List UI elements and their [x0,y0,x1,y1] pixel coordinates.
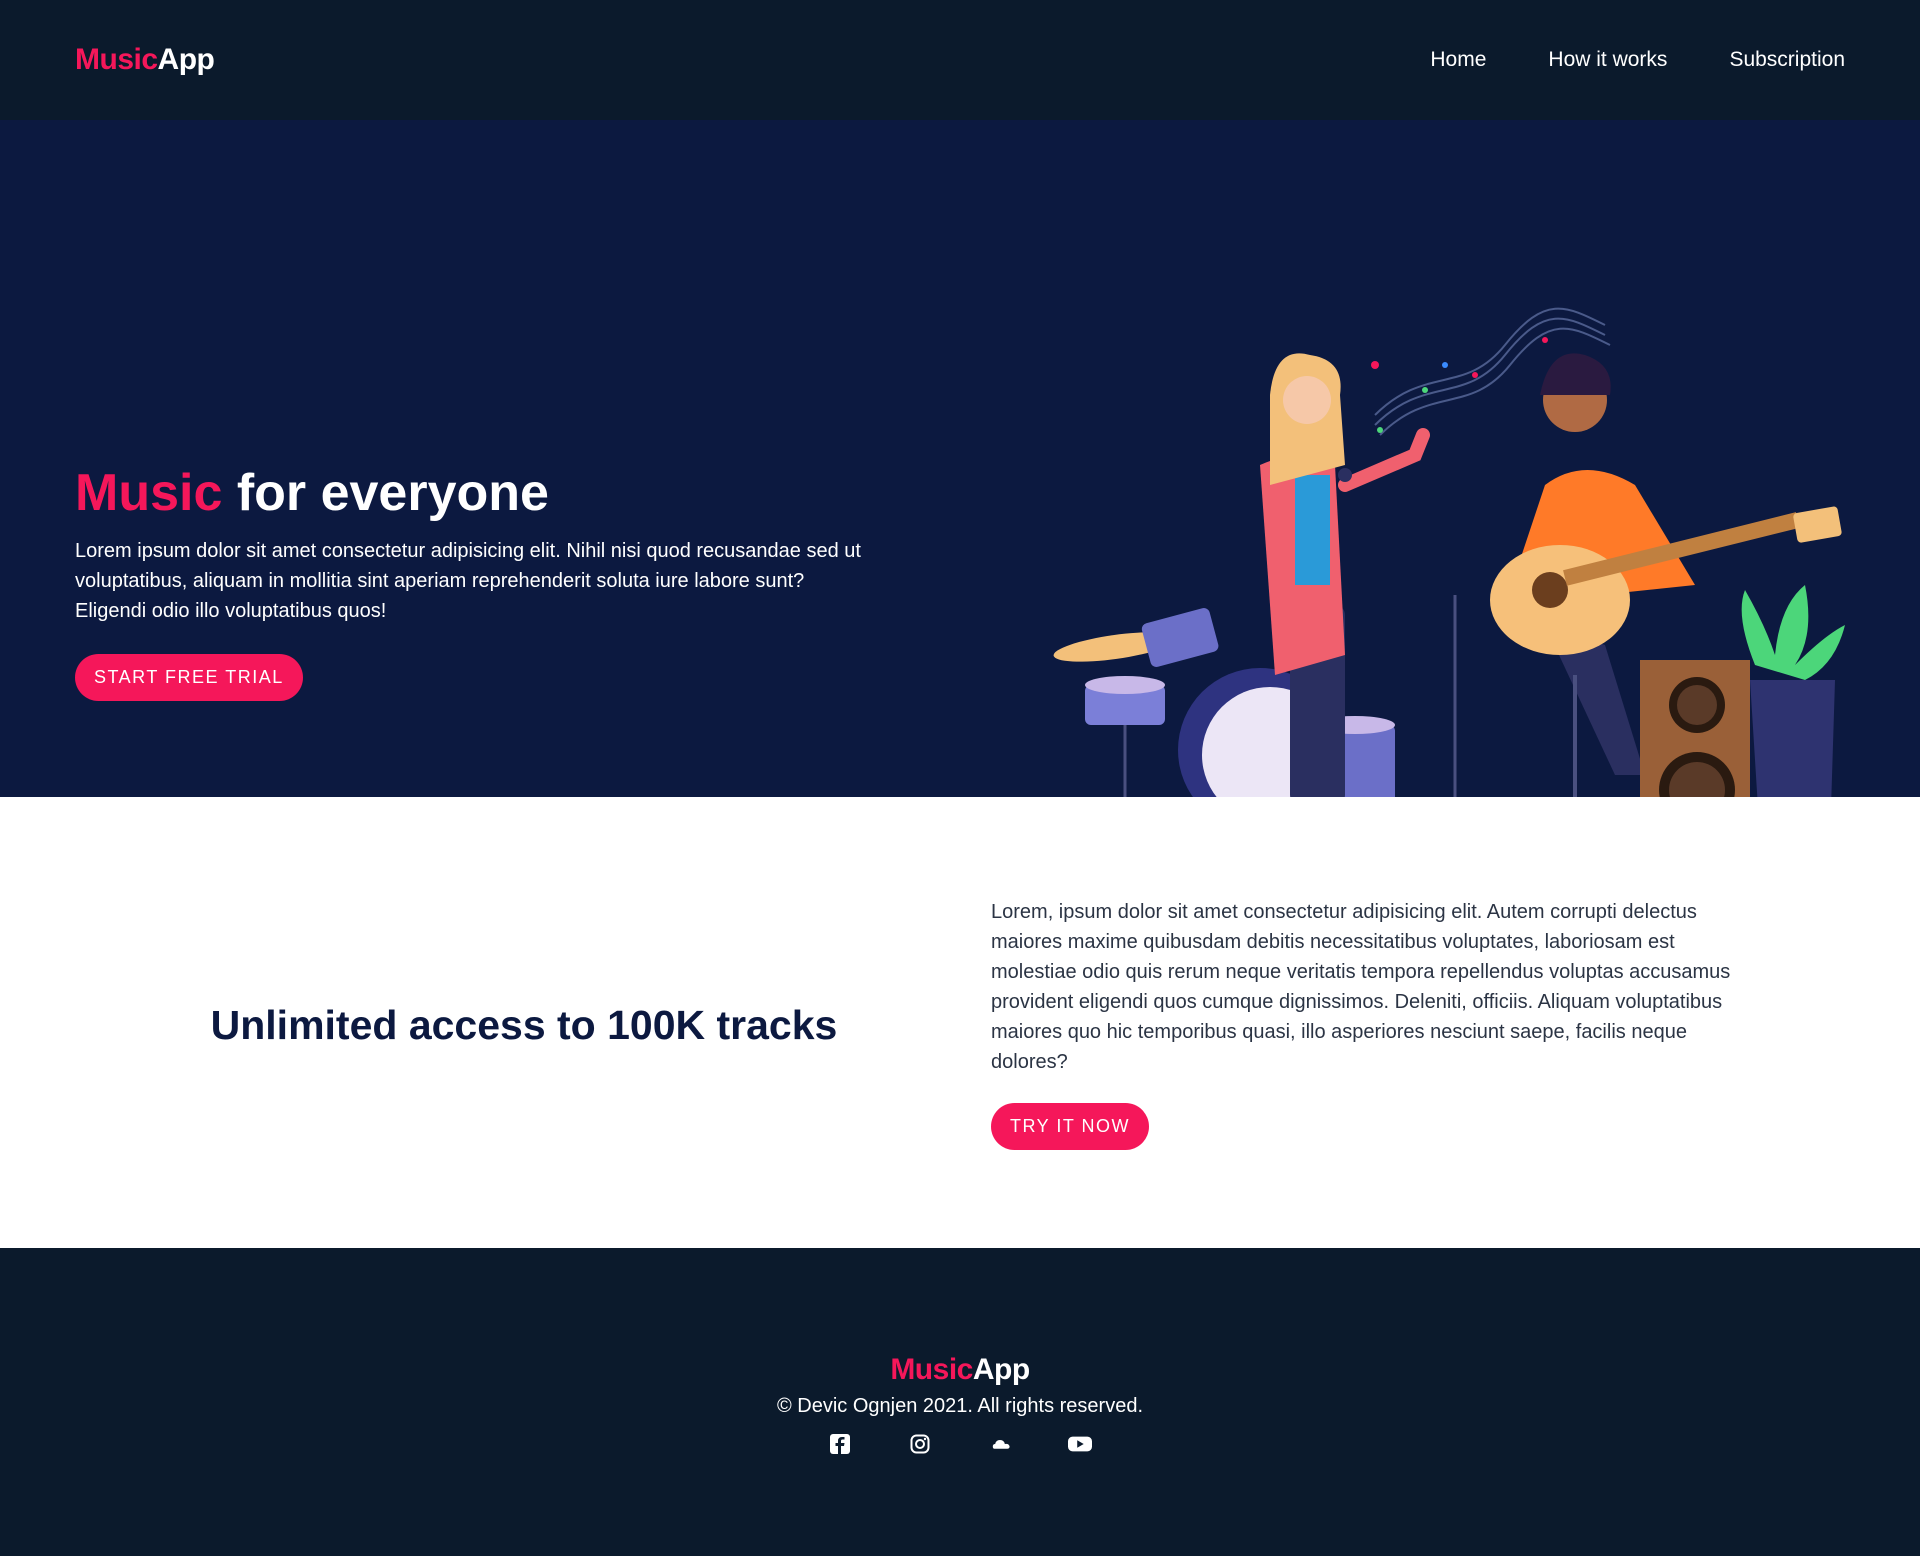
band-illustration [1053,307,1845,853]
facebook-icon[interactable] [828,1432,852,1456]
hero-section: Music for everyone Lorem ipsum dolor sit… [0,120,1920,853]
footer-logo-accent: Music [890,1353,973,1386]
feature-description: Lorem, ipsum dolor sit amet consectetur … [991,901,1731,1073]
footer-logo-rest: App [972,1353,1030,1386]
nav-link-home[interactable]: Home [1430,48,1486,72]
instagram-icon[interactable] [908,1432,932,1456]
logo[interactable]: MusicApp [75,43,215,77]
footer-logo[interactable]: MusicApp [890,1353,1030,1387]
copyright: © Devic Ognjen 2021. All rights reserved… [776,1395,1144,1417]
hero-title-accent: Music [75,464,223,522]
nav-link-subscription[interactable]: Subscription [1729,48,1845,72]
hero-description: Lorem ipsum dolor sit amet consectetur a… [75,540,861,623]
navbar: MusicApp Home How it works Subscription [0,0,1920,120]
feature-title: Unlimited access to 100K tracks [210,1002,838,1048]
footer: MusicApp © Devic Ognjen 2021. All rights… [0,1248,1920,1556]
logo-rest: App [157,43,215,76]
feature-section: Unlimited access to 100K tracks Lorem, i… [0,797,1920,1248]
hero-title-rest: for everyone [222,464,549,522]
youtube-icon[interactable] [1068,1432,1092,1456]
social-links [828,1432,1092,1456]
soundcloud-icon[interactable] [988,1432,1012,1456]
hero-title: Music for everyone [75,464,875,522]
nav-links: Home How it works Subscription [1430,48,1845,72]
nav-link-how-it-works[interactable]: How it works [1548,48,1667,72]
logo-accent: Music [75,43,158,76]
try-it-now-button[interactable]: TRY IT NOW [991,1103,1150,1150]
start-free-trial-button[interactable]: START FREE TRIAL [75,654,303,702]
hero-text: Music for everyone Lorem ipsum dolor sit… [75,464,875,702]
feature-content: Lorem, ipsum dolor sit amet consectetur … [991,897,1731,1150]
